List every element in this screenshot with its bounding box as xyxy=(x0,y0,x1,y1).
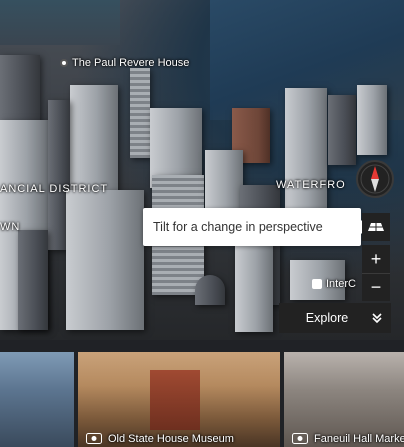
building xyxy=(66,190,144,330)
compass-icon xyxy=(360,164,390,194)
minus-icon: − xyxy=(370,277,382,297)
building xyxy=(18,230,48,330)
plus-icon: + xyxy=(370,248,382,269)
zoom-in-button[interactable]: + xyxy=(362,245,390,273)
poi-label: The Paul Revere House xyxy=(72,57,190,69)
old-state-house-facade xyxy=(150,370,200,430)
building xyxy=(205,150,243,210)
poi-label: InterC xyxy=(326,278,356,290)
explore-label: Explore xyxy=(305,311,349,325)
map-3d-view[interactable]: ANCIAL DISTRICT WATERFRO WN The Paul Rev… xyxy=(0,0,404,340)
tilt-tooltip: Tilt for a change in perspective xyxy=(143,208,368,246)
tilt-button[interactable] xyxy=(362,213,390,241)
building xyxy=(328,95,356,165)
poi-marker-icon xyxy=(60,59,68,67)
zoom-out-button[interactable]: − xyxy=(362,273,390,301)
photo-card[interactable] xyxy=(0,352,74,447)
building xyxy=(235,240,273,332)
map-label-financial-district: ANCIAL DISTRICT xyxy=(0,183,109,195)
card-title: Faneuil Hall Marke xyxy=(314,433,404,445)
map-label-waterfront: WATERFRO xyxy=(276,179,346,191)
photo-sphere-icon xyxy=(86,433,102,444)
photo-sphere-icon xyxy=(292,433,308,444)
explore-photo-strip: Old State House Museum Faneuil Hall Mark… xyxy=(0,340,404,447)
tooltip-text: Tilt for a change in perspective xyxy=(153,220,323,234)
building xyxy=(357,85,387,155)
poi-intercontinental[interactable]: InterC xyxy=(312,278,356,290)
explore-button[interactable]: Explore xyxy=(279,303,391,333)
photo-card-old-state-house[interactable]: Old State House Museum xyxy=(78,352,280,447)
dome-building xyxy=(195,275,225,305)
card-title: Old State House Museum xyxy=(108,433,234,445)
chevron-down-icon xyxy=(363,312,391,324)
poi-paul-revere-house[interactable]: The Paul Revere House xyxy=(60,57,189,69)
river-water xyxy=(0,0,120,45)
building xyxy=(130,68,150,158)
hotel-icon xyxy=(312,279,322,289)
map-label-downtown: WN xyxy=(0,221,21,233)
tilt-icon xyxy=(368,223,384,231)
photo-card-faneuil-hall[interactable]: Faneuil Hall Marke xyxy=(284,352,404,447)
compass-button[interactable] xyxy=(356,160,394,198)
